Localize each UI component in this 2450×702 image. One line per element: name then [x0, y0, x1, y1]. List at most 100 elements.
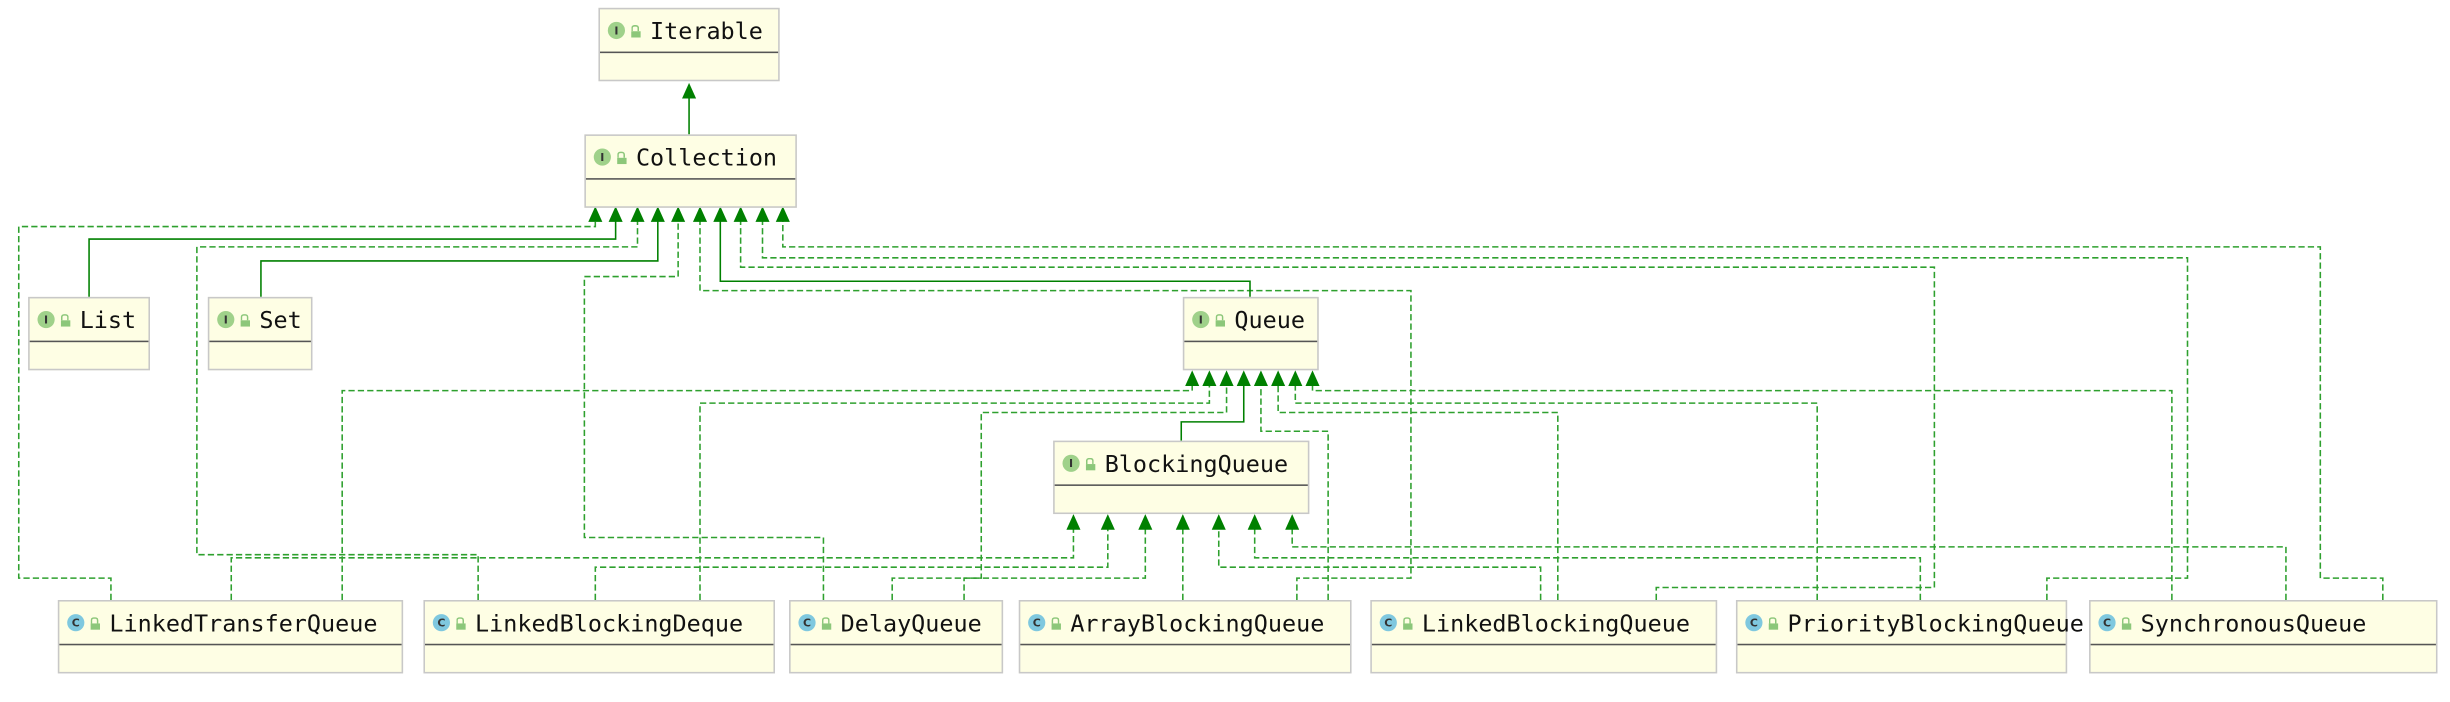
- edge-collection-to-iterable: [682, 82, 697, 135]
- arrowhead-icon: [682, 82, 697, 99]
- arrowhead-icon: [630, 206, 645, 222]
- implements-line: [583, 218, 825, 600]
- arrowhead-icon: [1066, 514, 1081, 530]
- edge-priority-blocking-queue-to-queue: [1288, 370, 1818, 600]
- implements-line: [699, 218, 1412, 600]
- diagram-canvas: I Iterable I Collection I List I Set I Queue …: [0, 0, 2450, 702]
- interface-icon: I: [1062, 454, 1080, 472]
- implements-line: [17, 218, 597, 600]
- implements-line: [1217, 526, 1542, 600]
- implements-line: [761, 218, 2189, 600]
- arrowhead-icon: [588, 206, 603, 222]
- edge-queue-to-collection: [713, 206, 1251, 297]
- edge-array-blocking-queue-to-blocking-queue: [1175, 514, 1190, 600]
- node-linked-blocking-deque[interactable]: C LinkedBlockingDeque: [423, 600, 775, 674]
- arrowhead-icon: [671, 206, 686, 222]
- public-lock-icon: [1050, 616, 1061, 629]
- arrowhead-icon: [1271, 370, 1286, 386]
- public-lock-icon: [1084, 457, 1096, 470]
- arrowhead-icon: [1305, 370, 1320, 386]
- edge-linked-transfer-queue-to-collection: [17, 206, 603, 600]
- interface-icon: I: [37, 310, 55, 329]
- node-synchronous-queue[interactable]: C SynchronousQueue: [2089, 600, 2438, 674]
- edge-linked-blocking-deque-to-collection: [196, 206, 645, 600]
- arrowhead-icon: [1219, 370, 1234, 386]
- node-name: Collection: [635, 142, 778, 172]
- arrowhead-icon: [1185, 370, 1200, 386]
- public-lock-icon: [239, 313, 250, 326]
- node-array-blocking-queue[interactable]: C ArrayBlockingQueue: [1018, 600, 1352, 674]
- public-lock-icon: [616, 150, 627, 164]
- extends-line: [88, 218, 617, 297]
- node-name: LinkedBlockingDeque: [475, 608, 744, 637]
- node-delay-queue[interactable]: C DelayQueue: [789, 600, 1004, 674]
- public-lock-icon: [820, 616, 832, 629]
- arrowhead-icon: [1253, 370, 1268, 386]
- node-queue[interactable]: I Queue: [1182, 296, 1319, 371]
- implements-line: [230, 526, 1075, 600]
- node-list[interactable]: I List: [28, 296, 150, 371]
- arrowhead-icon: [1138, 514, 1153, 530]
- node-blocking-queue[interactable]: I BlockingQueue: [1053, 440, 1310, 515]
- public-lock-icon: [59, 313, 71, 326]
- class-icon: C: [1745, 614, 1763, 632]
- node-name: Set: [259, 305, 302, 334]
- node-iterable[interactable]: I Iterable: [598, 7, 780, 82]
- class-icon: C: [1028, 614, 1046, 632]
- arrowhead-icon: [1288, 370, 1303, 386]
- extends-line: [260, 218, 659, 297]
- arrowhead-icon: [713, 206, 728, 222]
- node-name: Iterable: [650, 16, 763, 45]
- arrowhead-icon: [755, 206, 770, 222]
- implements-line: [782, 218, 2384, 600]
- node-name: BlockingQueue: [1104, 449, 1289, 478]
- node-collection[interactable]: I Collection: [584, 134, 797, 208]
- edge-synchronous-queue-to-queue: [1305, 370, 2173, 600]
- implements-line: [594, 526, 1109, 600]
- node-linked-transfer-queue[interactable]: C LinkedTransferQueue: [57, 600, 404, 674]
- node-name: List: [79, 305, 137, 334]
- arrowhead-icon: [733, 206, 748, 222]
- arrowhead-icon: [1211, 514, 1226, 530]
- arrowhead-icon: [1100, 514, 1115, 530]
- node-priority-blocking-queue[interactable]: C PriorityBlockingQueue: [1735, 600, 2084, 674]
- public-lock-icon: [89, 616, 100, 629]
- interface-icon: I: [607, 21, 625, 40]
- arrowhead-icon: [1202, 370, 1217, 386]
- public-lock-icon: [2120, 616, 2132, 629]
- node-linked-blocking-queue[interactable]: C LinkedBlockingQueue: [1370, 600, 1718, 674]
- class-icon: C: [2098, 614, 2116, 632]
- public-lock-icon: [1767, 616, 1779, 629]
- arrowhead-icon: [1175, 514, 1190, 530]
- class-icon: C: [1379, 614, 1397, 632]
- node-name: SynchronousQueue: [2140, 608, 2367, 637]
- public-lock-icon: [1214, 313, 1225, 326]
- node-name: Queue: [1234, 305, 1305, 334]
- public-lock-icon: [1402, 616, 1413, 629]
- node-set[interactable]: I Set: [207, 296, 313, 371]
- public-lock-icon: [455, 616, 466, 629]
- arrowhead-icon: [1236, 370, 1251, 386]
- public-lock-icon: [630, 24, 641, 37]
- node-name: PriorityBlockingQueue: [1787, 608, 2084, 637]
- arrowhead-icon: [1247, 514, 1262, 530]
- arrowhead-icon: [650, 206, 665, 222]
- arrowhead-icon: [775, 206, 790, 222]
- interface-icon: I: [1192, 310, 1210, 329]
- edge-list-to-collection: [88, 206, 623, 297]
- node-name: LinkedBlockingQueue: [1421, 608, 1690, 637]
- class-icon: C: [67, 614, 85, 632]
- implements-line: [1253, 526, 1922, 600]
- edge-linked-transfer-queue-to-blocking-queue: [230, 514, 1081, 600]
- node-name: ArrayBlockingQueue: [1070, 608, 1325, 637]
- edge-priority-blocking-queue-to-blocking-queue: [1247, 514, 1922, 600]
- implements-line: [1291, 526, 2287, 600]
- implements-line: [196, 218, 639, 600]
- node-name: DelayQueue: [840, 608, 982, 637]
- interface-icon: I: [217, 310, 235, 329]
- arrowhead-icon: [692, 206, 708, 222]
- edge-linked-blocking-queue-to-queue: [1271, 370, 1559, 600]
- edge-set-to-collection: [260, 206, 665, 297]
- arrowhead-icon: [1285, 514, 1300, 530]
- class-icon: C: [432, 614, 450, 632]
